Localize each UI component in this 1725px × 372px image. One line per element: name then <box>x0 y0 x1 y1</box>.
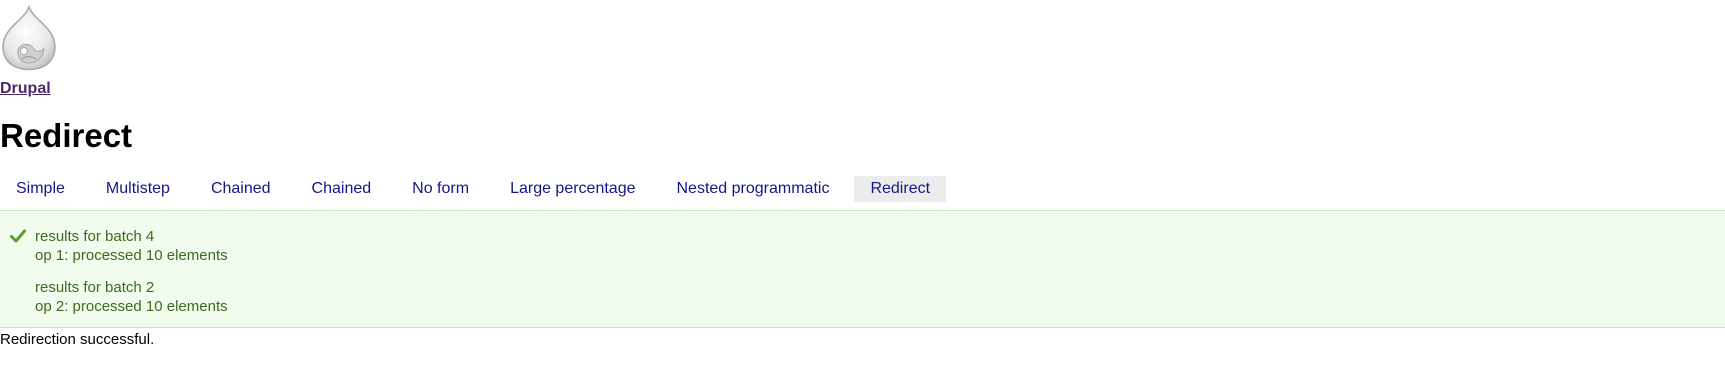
message-item: results for batch 4 op 1: processed 10 e… <box>35 227 228 265</box>
drupal-drop-icon[interactable] <box>0 5 58 71</box>
page-title: Redirect <box>0 117 133 154</box>
tab-no-form[interactable]: No form <box>396 176 485 202</box>
tab-redirect[interactable]: Redirect <box>854 176 947 202</box>
tab-chained-2[interactable]: Chained <box>296 176 388 202</box>
message-line: results for batch 4 <box>35 228 155 245</box>
site-branding: Drupal <box>0 5 70 97</box>
message-item: results for batch 2 op 2: processed 10 e… <box>35 278 228 316</box>
tab-nested-programmatic[interactable]: Nested programmatic <box>661 176 846 202</box>
tabs-bar: Simple Multistep Chained Chained No form… <box>0 176 955 202</box>
tab-simple[interactable]: Simple <box>0 176 81 202</box>
tab-large-percentage[interactable]: Large percentage <box>494 176 651 202</box>
check-icon <box>10 229 26 243</box>
tab-chained-1[interactable]: Chained <box>195 176 287 202</box>
site-name-link[interactable]: Drupal <box>0 80 51 98</box>
status-messages: results for batch 4 op 1: processed 10 e… <box>0 210 1725 328</box>
tab-multistep[interactable]: Multistep <box>90 176 186 202</box>
redirect-status-text: Redirection successful. <box>0 331 155 348</box>
message-line: results for batch 2 <box>35 279 155 296</box>
message-line: op 2: processed 10 elements <box>35 298 228 315</box>
page: Drupal Redirect Simple Multistep Chained… <box>0 0 1725 372</box>
message-line: op 1: processed 10 elements <box>35 247 228 264</box>
